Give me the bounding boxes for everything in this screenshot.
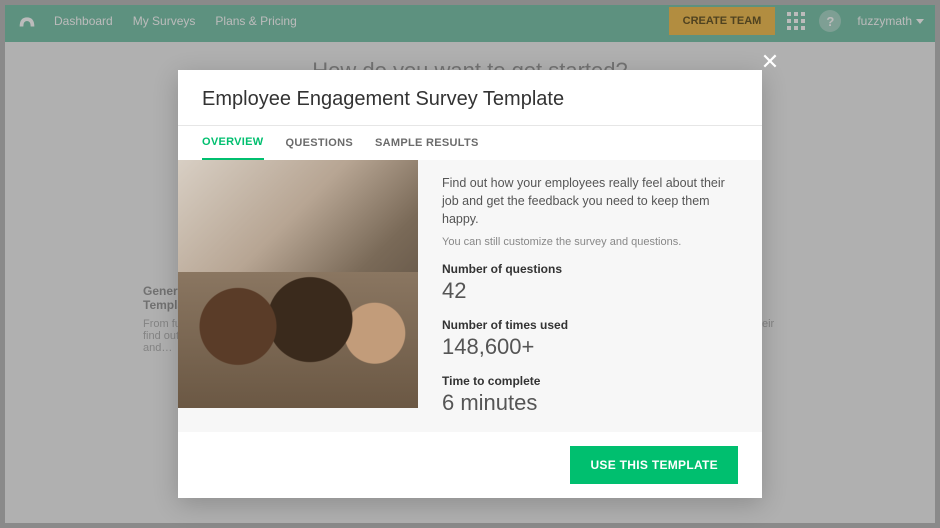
stat-time-label: Time to complete: [442, 374, 738, 388]
stat-used-label: Number of times used: [442, 318, 738, 332]
modal-header: Employee Engagement Survey Template: [178, 70, 762, 125]
template-description: Find out how your employees really feel …: [442, 174, 738, 228]
use-template-button[interactable]: USE THIS TEMPLATE: [570, 446, 738, 484]
tab-questions[interactable]: QUESTIONS: [286, 127, 354, 159]
stat-time-value: 6 minutes: [442, 390, 738, 416]
modal-footer: USE THIS TEMPLATE: [178, 432, 762, 498]
stat-questions-label: Number of questions: [442, 262, 738, 276]
close-icon[interactable]: ✕: [758, 50, 782, 74]
modal-body: Find out how your employees really feel …: [178, 160, 762, 432]
modal-tabs: OVERVIEW QUESTIONS SAMPLE RESULTS: [178, 126, 762, 160]
customize-note: You can still customize the survey and q…: [442, 236, 738, 248]
tab-overview[interactable]: OVERVIEW: [202, 126, 264, 161]
template-photo: [178, 160, 418, 408]
modal-title: Employee Engagement Survey Template: [202, 88, 738, 111]
stat-questions-value: 42: [442, 278, 738, 304]
modal-info: Find out how your employees really feel …: [418, 160, 762, 432]
tab-sample-results[interactable]: SAMPLE RESULTS: [375, 127, 479, 159]
stat-used-value: 148,600+: [442, 334, 738, 360]
template-modal: ✕ Employee Engagement Survey Template OV…: [178, 70, 762, 498]
